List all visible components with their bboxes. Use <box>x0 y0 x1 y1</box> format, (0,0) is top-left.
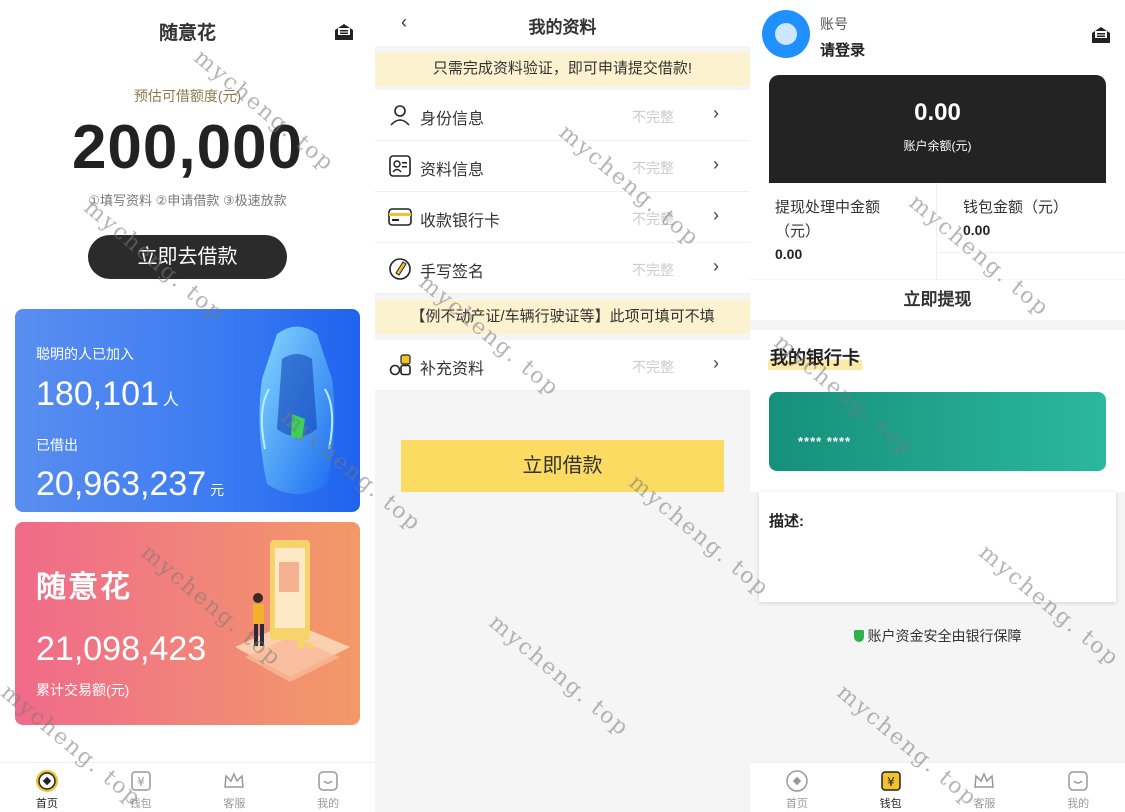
bank-card-icon <box>388 208 412 226</box>
chevron-right-icon: › <box>713 205 719 225</box>
total-transactions-label: 累计交易额(元) <box>36 682 130 698</box>
user-icon <box>390 105 410 126</box>
estimate-label: 预估可借额度(元) <box>133 88 242 104</box>
submit-loan-button[interactable]: 立即借款 <box>401 440 724 492</box>
brand-name: 随意花 <box>36 571 132 604</box>
apps-icon <box>389 354 411 376</box>
car-illustration <box>259 326 335 494</box>
joined-count: 180,101 人 <box>36 375 179 413</box>
balance-card: 0.00 账户余额(元) <box>769 75 1106 195</box>
chevron-right-icon: › <box>713 154 719 174</box>
profile-list: 身份信息 不完整 › 资料信息 不完整 › 收款银行卡 不完整 › 手写签名 不… <box>375 90 750 294</box>
wallet-icon: ¥ <box>880 771 901 791</box>
borrowed-amount: 20,963,237 元 <box>36 465 225 503</box>
extra-list: 补充资料 不完整 › <box>375 340 750 391</box>
credit-amount: 200,000 <box>71 113 304 182</box>
signature-icon <box>389 258 411 280</box>
optional-notice: 【例不动产证/车辆行驶证等】此项可填可不填 <box>375 300 750 334</box>
crown-icon <box>974 772 995 788</box>
borrowed-label: 已借出 <box>36 437 78 453</box>
tab-service[interactable]: 客服 <box>938 763 1032 812</box>
wallet-amount: 钱包金额（元） 0.00 <box>938 183 1125 253</box>
stats-card: 聪明的人已加入 180,101 人 已借出 20,963,237 元 <box>15 309 360 512</box>
balance-label: 账户余额(元) <box>903 139 972 153</box>
tab-home[interactable]: 首页 <box>750 763 844 812</box>
list-item-signature[interactable]: 手写签名 不完整 › <box>375 243 750 294</box>
profile-screen: ‹ 我的资料 只需完成资料验证，即可申请提交借款! 身份信息 不完整 › 资料信… <box>375 0 750 812</box>
description-label: 描述: <box>769 513 804 530</box>
tab-service[interactable]: 客服 <box>188 763 282 812</box>
tab-profile[interactable]: 我的 <box>1031 763 1125 812</box>
account-label: 账号 <box>820 16 848 32</box>
tab-bar: 首页 ¥ 钱包 客服 我的 <box>0 762 375 812</box>
tab-profile[interactable]: 我的 <box>281 763 375 812</box>
total-transactions: 21,098,423 <box>36 630 207 668</box>
page-title: 我的资料 <box>528 18 597 37</box>
wallet-screen: 账号 请登录 0.00 账户余额(元) 提现处理中金额（元） 0.00 钱包金额… <box>750 0 1125 812</box>
id-card-icon <box>389 155 411 177</box>
phone-illustration <box>235 540 350 682</box>
list-item-identity[interactable]: 身份信息 不完整 › <box>375 90 750 141</box>
login-link[interactable]: 请登录 <box>820 39 865 60</box>
shield-icon <box>853 630 864 642</box>
tab-wallet[interactable]: ¥ 钱包 <box>94 763 188 812</box>
tab-wallet[interactable]: ¥ 钱包 <box>844 763 938 812</box>
profile-icon <box>318 771 338 791</box>
section-title: 我的银行卡 <box>768 344 862 370</box>
svg-text:¥: ¥ <box>887 775 895 789</box>
wallet-icon: ¥ <box>130 771 151 791</box>
message-icon[interactable] <box>333 22 355 42</box>
pending-withdrawal: 提现处理中金额（元） 0.00 <box>750 183 937 279</box>
profile-icon <box>1068 771 1088 791</box>
my-bank-cards: 我的银行卡 **** **** <box>750 330 1125 492</box>
home-screen: 随意花 预估可借额度(元) 200,000 ①填写资料 ②申请借款 ③极速放款 … <box>0 0 375 812</box>
list-item-bank-card[interactable]: 收款银行卡 不完整 › <box>375 192 750 243</box>
chevron-right-icon: › <box>713 103 719 123</box>
app-screens: 随意花 预估可借额度(元) 200,000 ①填写资料 ②申请借款 ③极速放款 … <box>0 0 1125 812</box>
home-icon <box>35 770 58 792</box>
tab-bar: 首页 ¥ 钱包 客服 我的 <box>750 762 1125 812</box>
list-item-info[interactable]: 资料信息 不完整 › <box>375 141 750 192</box>
crown-icon <box>224 772 245 788</box>
verification-notice: 只需完成资料验证，即可申请提交借款! <box>375 52 750 86</box>
page-title: 随意花 <box>158 23 216 44</box>
list-item-extra[interactable]: 补充资料 不完整 › <box>375 340 750 391</box>
brand-card: 随意花 21,098,423 累计交易额(元) <box>15 522 360 725</box>
tab-home[interactable]: 首页 <box>0 763 94 812</box>
home-icon <box>786 770 808 792</box>
security-note: 账户资金安全由银行保障 <box>750 626 1125 646</box>
bank-card[interactable]: **** **** <box>769 392 1106 471</box>
avatar[interactable] <box>762 10 810 58</box>
loan-steps: ①填写资料 ②申请借款 ③极速放款 <box>88 193 287 208</box>
borrow-now-button[interactable]: 立即去借款 <box>88 235 287 279</box>
balance-value: 0.00 <box>914 99 961 126</box>
description-box: 描述: <box>759 492 1116 602</box>
joined-label: 聪明的人已加入 <box>36 346 134 362</box>
chevron-right-icon: › <box>713 353 719 373</box>
amount-stats: 提现处理中金额（元） 0.00 钱包金额（元） 0.00 <box>750 183 1125 279</box>
withdraw-button[interactable]: 立即提现 <box>750 280 1125 320</box>
svg-text:¥: ¥ <box>137 775 145 789</box>
card-number: **** **** <box>798 434 852 449</box>
nav-header: ‹ 我的资料 <box>375 0 750 46</box>
message-icon[interactable] <box>1090 25 1112 45</box>
chevron-right-icon: › <box>713 256 719 276</box>
